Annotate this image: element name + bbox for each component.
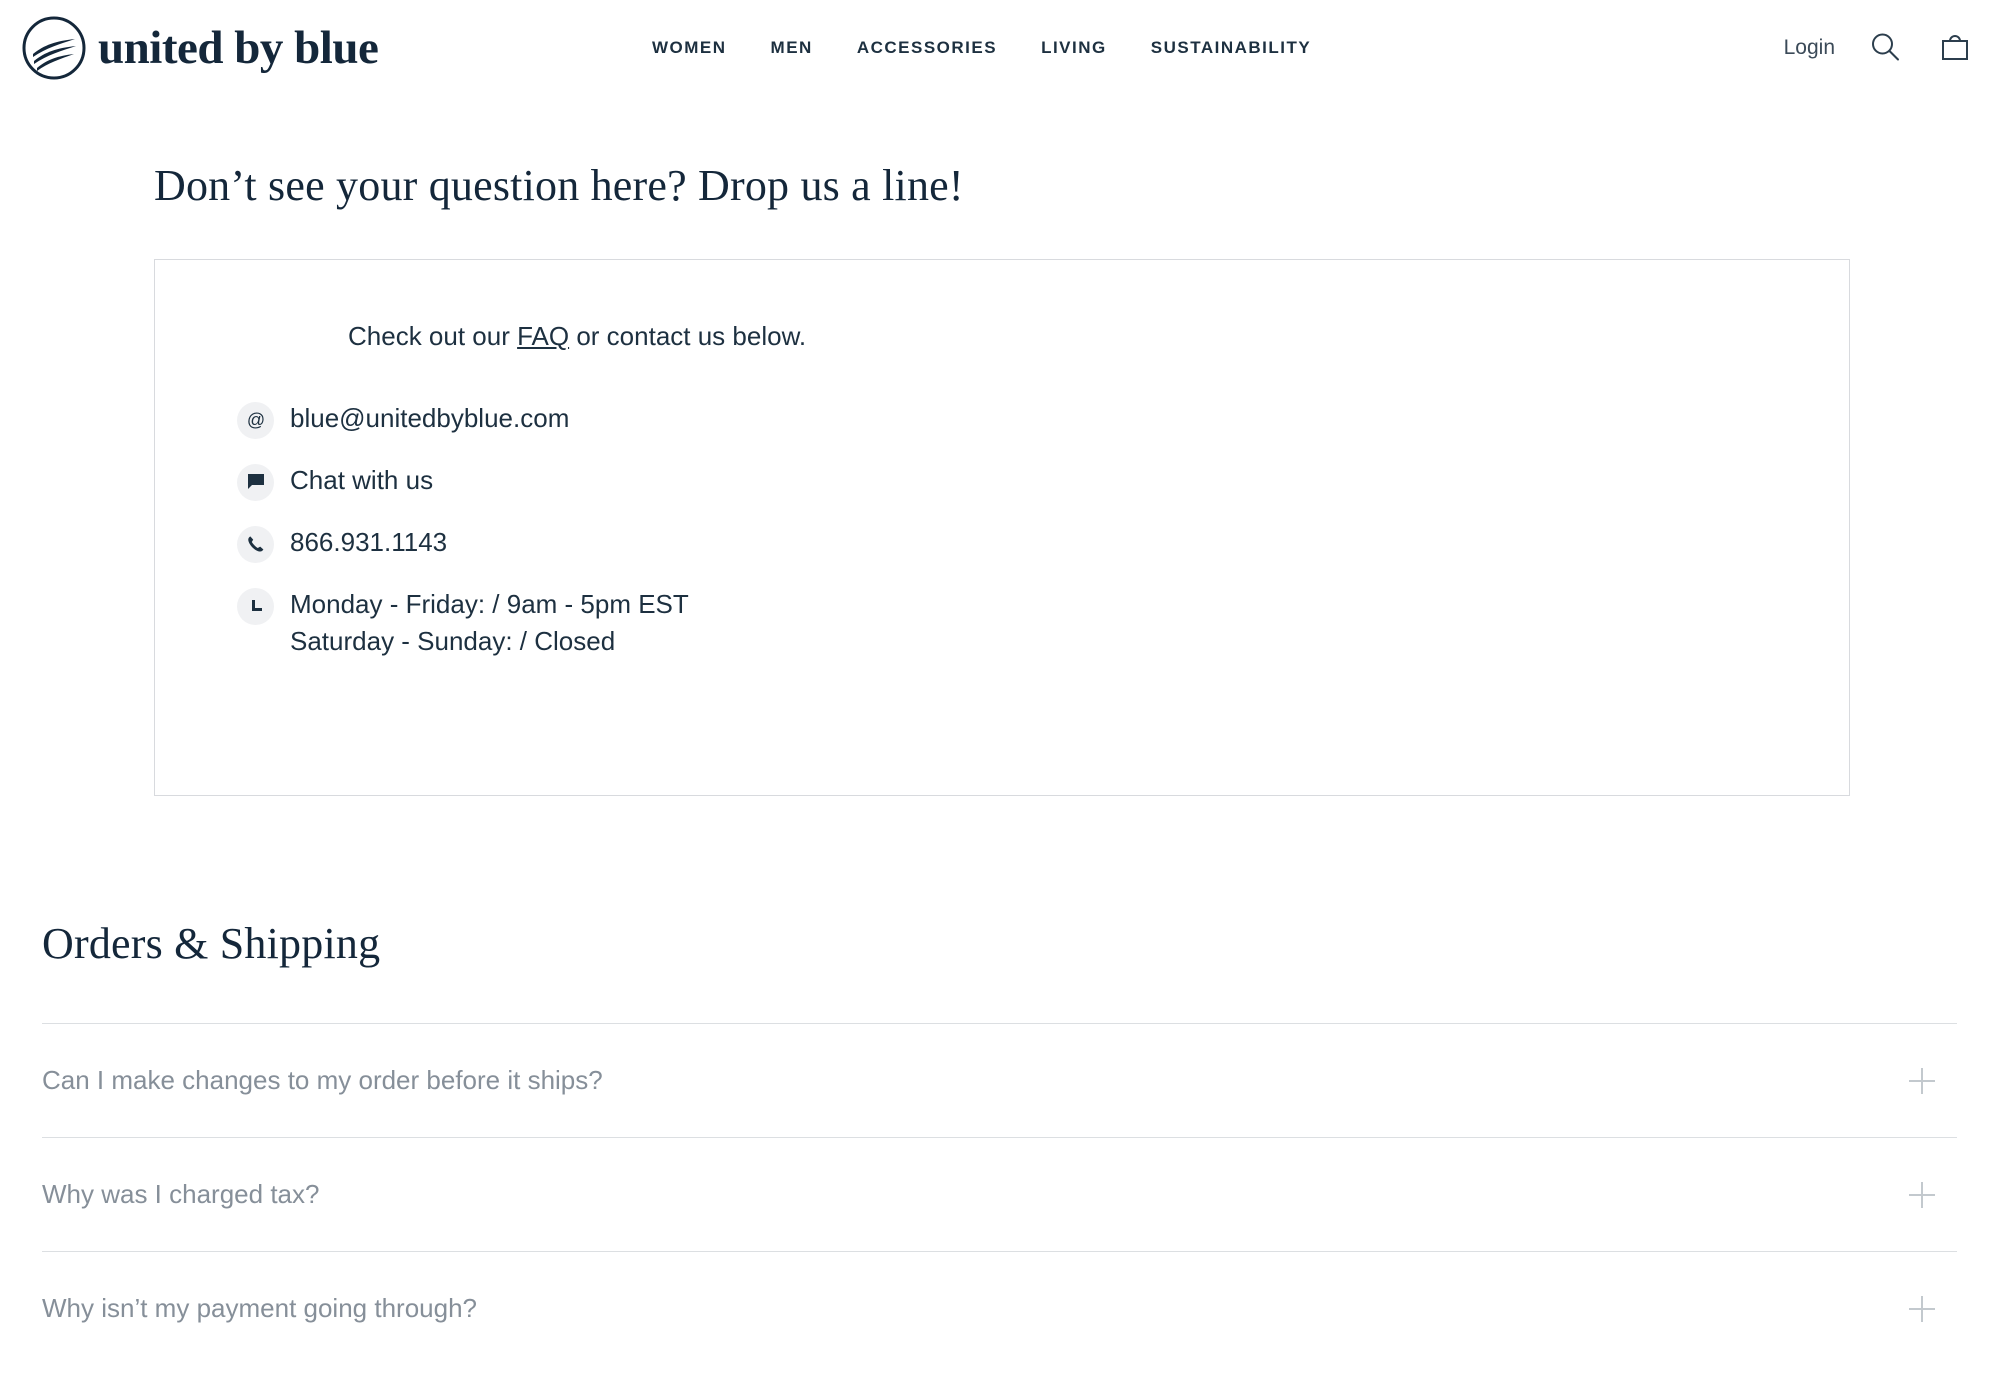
brand-wordmark: united by blue xyxy=(98,25,378,72)
login-link[interactable]: Login xyxy=(1784,36,1835,60)
logo[interactable]: united by blue xyxy=(20,14,378,82)
contact-row-phone[interactable]: 866.931.1143 xyxy=(237,518,1849,580)
faq-accordion: Can I make changes to my order before it… xyxy=(42,1023,1957,1365)
faq-question: Can I make changes to my order before it… xyxy=(42,1065,603,1096)
nav-men[interactable]: MEN xyxy=(771,38,813,58)
contact-row-chat[interactable]: Chat with us xyxy=(237,456,1849,518)
email-address[interactable]: blue@unitedbyblue.com xyxy=(290,394,569,438)
plus-icon[interactable] xyxy=(1909,1182,1935,1208)
cart-button[interactable] xyxy=(1935,28,1975,68)
plus-icon[interactable] xyxy=(1909,1296,1935,1322)
faq-link[interactable]: FAQ xyxy=(517,321,569,351)
phone-icon xyxy=(237,526,274,563)
shopping-bag-icon xyxy=(1938,30,1972,67)
contact-card: Check out our FAQ or contact us below. @… xyxy=(154,259,1850,796)
contact-row-email[interactable]: @ blue@unitedbyblue.com xyxy=(237,394,1849,456)
nav-women[interactable]: WOMEN xyxy=(652,38,727,58)
nav-sustainability[interactable]: SUSTAINABILITY xyxy=(1151,38,1311,58)
chat-link[interactable]: Chat with us xyxy=(290,456,433,500)
chat-bubble-icon xyxy=(237,464,274,501)
svg-text:@: @ xyxy=(246,410,264,430)
clock-icon xyxy=(237,588,274,625)
contact-row-hours: Monday - Friday: / 9am - 5pm EST Saturda… xyxy=(237,580,1849,661)
hours-weekend: Saturday - Sunday: / Closed xyxy=(290,623,689,661)
nav-living[interactable]: LIVING xyxy=(1041,38,1107,58)
faq-item[interactable]: Why was I charged tax? xyxy=(42,1137,1957,1251)
plus-icon[interactable] xyxy=(1909,1068,1935,1094)
phone-number[interactable]: 866.931.1143 xyxy=(290,518,447,562)
page-title: Don’t see your question here? Drop us a … xyxy=(154,160,1957,211)
header-actions: Login xyxy=(1784,28,1975,68)
at-sign-icon: @ xyxy=(237,402,274,439)
contact-rows: @ blue@unitedbyblue.com Chat with us xyxy=(155,394,1849,661)
faq-section: Orders & Shipping Can I make changes to … xyxy=(42,918,1957,1365)
circle-waves-logo-icon xyxy=(20,14,88,82)
search-icon xyxy=(1868,30,1902,67)
card-intro: Check out our FAQ or contact us below. xyxy=(348,320,1849,354)
faq-question: Why isn’t my payment going through? xyxy=(42,1293,477,1324)
primary-navigation: WOMEN MEN ACCESSORIES LIVING SUSTAINABIL… xyxy=(652,38,1311,58)
hours-weekday: Monday - Friday: / 9am - 5pm EST xyxy=(290,586,689,624)
site-header: united by blue WOMEN MEN ACCESSORIES LIV… xyxy=(0,0,1999,96)
faq-item[interactable]: Why isn’t my payment going through? xyxy=(42,1251,1957,1365)
search-button[interactable] xyxy=(1865,28,1905,68)
faq-section-title: Orders & Shipping xyxy=(42,918,1957,969)
card-intro-prefix: Check out our xyxy=(348,321,517,351)
faq-item[interactable]: Can I make changes to my order before it… xyxy=(42,1023,1957,1137)
business-hours: Monday - Friday: / 9am - 5pm EST Saturda… xyxy=(290,580,689,661)
card-intro-suffix: or contact us below. xyxy=(569,321,806,351)
faq-question: Why was I charged tax? xyxy=(42,1179,319,1210)
nav-accessories[interactable]: ACCESSORIES xyxy=(857,38,997,58)
main-content: Don’t see your question here? Drop us a … xyxy=(0,160,1999,1365)
